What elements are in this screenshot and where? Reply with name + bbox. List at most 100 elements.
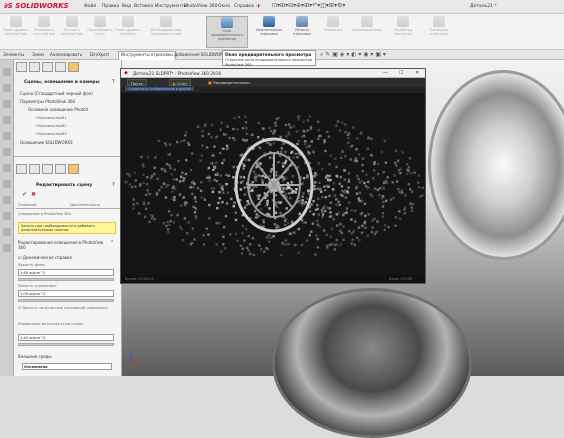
dimxpert-icon[interactable] <box>55 62 66 72</box>
close-icon[interactable]: ✕ <box>415 70 419 76</box>
tab-dimxpert[interactable]: DimXpert <box>88 52 111 57</box>
preview-window-title: Деталь21.SLDPRT* - PhotoView 360 2016 <box>133 71 222 76</box>
view-options-button[interactable]: Параметры просмотра <box>386 16 420 48</box>
property-manager-icon[interactable] <box>29 164 40 174</box>
tool-icon[interactable] <box>3 164 11 172</box>
render-preview-canvas[interactable] <box>121 93 425 275</box>
feature-tree-icon[interactable] <box>16 62 27 72</box>
group-lighting-title: Редактирование освещения в PhotoView 360 <box>18 240 104 250</box>
bg-brightness-input[interactable]: 1.60 w/srm^2 <box>18 269 114 276</box>
help-icon[interactable]: ? <box>112 182 115 188</box>
ok-icon[interactable]: ✔ <box>22 191 27 198</box>
tree-item-sw-lights[interactable]: Освещение SOLIDWORKS <box>20 140 73 145</box>
schedule-render-button[interactable]: Запланированная <box>350 16 384 48</box>
property-manager-icon[interactable] <box>29 62 40 72</box>
tab-features[interactable]: Элементы <box>1 52 26 57</box>
reflection-delay-checkbox[interactable]: ☐ Яркость загрузочных отражений (задержк… <box>18 306 116 310</box>
tab-evaluate[interactable]: Анализировать <box>48 52 84 57</box>
menu-tools[interactable]: Инструменты <box>155 4 187 9</box>
subtab-basic[interactable]: Основной <box>18 203 36 207</box>
save-image-button[interactable]: Сохранить изображение в файле <box>125 87 195 91</box>
final-render-button[interactable]: Окончательная отрисовка <box>252 16 286 48</box>
dynamic-help-checkbox[interactable]: ☑ Динамическая справка <box>18 255 72 260</box>
noise-pixel <box>341 150 344 153</box>
noise-pixel <box>336 120 340 123</box>
dimxpert-icon[interactable] <box>55 164 66 174</box>
scene-intensity-slider[interactable] <box>18 343 114 346</box>
wheel-render-preview <box>234 137 314 233</box>
menu-edit[interactable]: Правка <box>102 4 119 9</box>
scene-intensity-input[interactable]: 1.40 w/srm^2 <box>18 334 114 341</box>
config-manager-icon[interactable] <box>42 62 53 72</box>
environment-select[interactable]: Отключено <box>22 363 112 370</box>
quick-access-toolbar-icon[interactable]: ⊡▾⊞▾⊟▾⊕▾⊞▾↶▾◫▾⊞▾⚙▾ <box>272 2 345 9</box>
photoview-preview-window: ◆ Деталь21.SLDPRT* - PhotoView 360 2016 … <box>120 68 426 284</box>
noise-pixel <box>182 177 186 180</box>
tree-item-directional2[interactable]: Направленный2 <box>36 124 67 128</box>
subtab-advanced[interactable]: Дополнительно <box>70 203 100 207</box>
options-button[interactable]: Параметры <box>318 16 348 48</box>
reflection-brightness-slider[interactable] <box>18 299 114 302</box>
noise-pixel <box>319 188 322 192</box>
tool-icon[interactable] <box>3 180 11 188</box>
tab-render-tools[interactable]: Инструменты отрисовки <box>118 51 176 60</box>
noise-pixel <box>373 169 376 172</box>
pause-button[interactable]: Пауза <box>127 79 147 86</box>
paste-appearance-button[interactable]: Вставить внешний вид <box>58 16 86 48</box>
tree-item-directional1[interactable]: Направленный1 <box>36 116 67 120</box>
collapse-icon[interactable]: ⌃ <box>110 240 114 246</box>
last-render-button[interactable]: Последняя отрисовка <box>422 16 456 48</box>
tool-icon[interactable] <box>3 100 11 108</box>
noise-pixel <box>335 203 338 206</box>
menu-view[interactable]: Вид <box>122 4 131 9</box>
edit-scene-button[interactable]: Редактировать сцену <box>86 16 114 48</box>
menu-window[interactable]: Окно <box>218 4 230 9</box>
tool-icon[interactable] <box>3 84 11 92</box>
tool-icon[interactable] <box>3 148 11 156</box>
display-manager-icon[interactable] <box>68 164 79 174</box>
cancel-icon[interactable]: ✖ <box>31 191 36 198</box>
integrated-preview-button[interactable]: Интегрированный предварительный <box>144 16 188 48</box>
stop-button[interactable]: ▶ Стоп <box>169 79 191 86</box>
menu-help[interactable]: Справка <box>234 4 254 9</box>
tree-item-main-light[interactable]: Основное освещение PhotoV <box>28 107 88 112</box>
copy-appearance-button[interactable]: Копировать внешний вид <box>30 16 58 48</box>
noise-pixel <box>199 189 203 192</box>
edit-decal-button[interactable]: Редактировать наклейку <box>114 16 142 48</box>
pin-icon[interactable]: ✈ <box>256 3 261 10</box>
feature-tree-icon[interactable] <box>16 164 27 174</box>
tool-icon[interactable] <box>3 132 11 140</box>
solidworks-logo[interactable]: ∂S SOLIDWORKS <box>4 2 69 10</box>
display-manager-icon[interactable] <box>68 62 79 72</box>
noise-pixel <box>312 150 315 153</box>
view-toolbar-icons[interactable]: ⌕ ✎ ▣ ◈ ▾ ◐ ▾ ◉ ▾ ▣ ▾ <box>320 51 386 59</box>
maximize-icon[interactable]: ☐ <box>399 70 403 76</box>
menu-photoview[interactable]: PhotoView 360 <box>184 4 218 9</box>
tool-icon[interactable] <box>3 212 11 220</box>
edit-appearance-button[interactable]: Редактировать внешний вид <box>2 16 30 48</box>
tool-icon[interactable] <box>3 196 11 204</box>
minimize-icon[interactable]: — <box>383 70 388 76</box>
render-region-button[interactable]: Область отрисовки <box>288 16 316 48</box>
noise-pixel <box>208 179 211 182</box>
menu-insert[interactable]: Вставка <box>134 4 153 9</box>
tool-icon[interactable] <box>3 68 11 76</box>
reflection-brightness-input[interactable]: 1.00 w/srm^2 <box>18 290 114 297</box>
preview-window-button[interactable]: Окно предварительного просмотра <box>206 16 248 48</box>
noise-pixel <box>222 147 225 151</box>
noise-pixel <box>223 133 226 136</box>
menu-file[interactable]: Файл <box>84 4 96 9</box>
tool-icon[interactable] <box>3 228 11 236</box>
tool-icon[interactable] <box>3 116 11 124</box>
tree-item-photoview-params[interactable]: Параметры PhotoView 360 <box>20 99 75 104</box>
tab-sketch[interactable]: Эскиз <box>30 52 46 57</box>
help-icon[interactable]: ? <box>112 79 115 85</box>
config-manager-icon[interactable] <box>42 164 53 174</box>
preview-option-button[interactable]: ■ Предварительная... <box>205 79 255 86</box>
bg-brightness-slider[interactable] <box>18 278 114 281</box>
noise-pixel <box>311 222 314 225</box>
tree-item-directional3[interactable]: Направленный3 <box>36 132 67 136</box>
tool-icon[interactable] <box>3 244 11 252</box>
noise-pixel <box>244 121 248 124</box>
tree-item-scene[interactable]: Сцена (Стандартный черный фон) <box>20 91 93 96</box>
